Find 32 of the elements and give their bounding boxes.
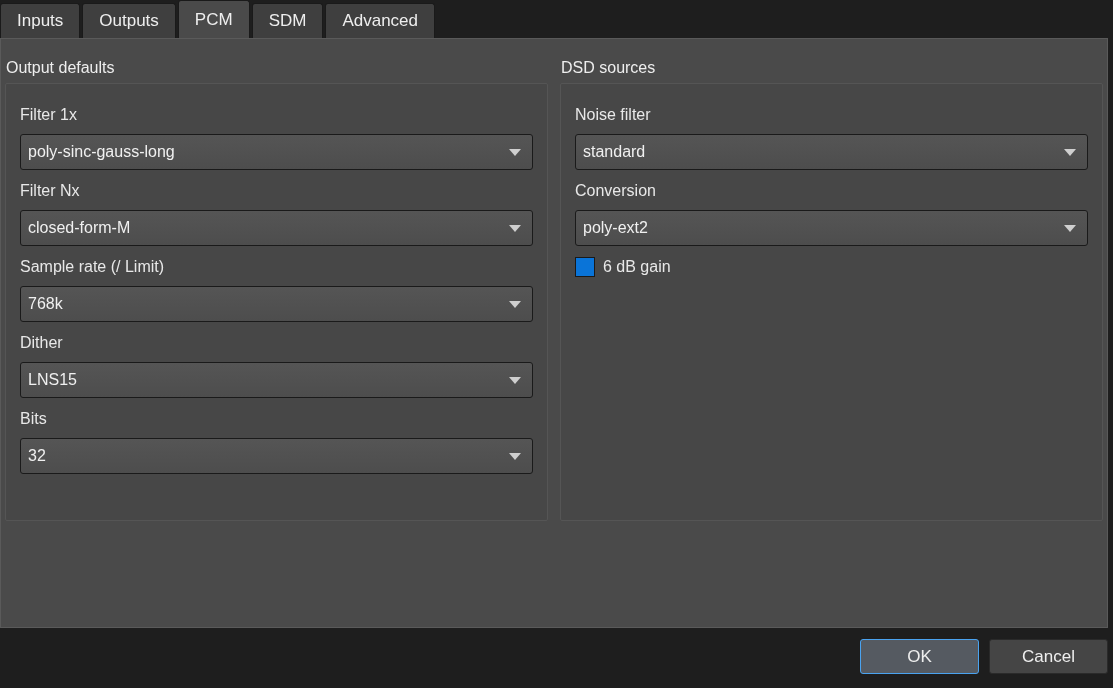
field-label: Conversion <box>575 181 657 201</box>
tab[interactable]: SDM <box>251 3 324 38</box>
dropdown[interactable]: poly-sinc-gauss-long <box>20 134 533 170</box>
dropdown-caret-icon <box>509 148 521 156</box>
dropdown[interactable]: closed-form-M <box>20 210 533 246</box>
dropdown[interactable]: poly-ext2 <box>575 210 1088 246</box>
dropdown-caret-icon <box>1064 148 1076 156</box>
dropdown[interactable]: standard <box>575 134 1088 170</box>
group-title: DSD sources <box>560 58 657 78</box>
dropdown[interactable]: LNS15 <box>20 362 533 398</box>
dropdown[interactable]: 768k <box>20 286 533 322</box>
dropdown-caret-icon <box>509 300 521 308</box>
field-label: Dither <box>20 333 64 353</box>
dropdown-caret-icon <box>509 376 521 384</box>
ok-button[interactable]: OK <box>860 639 979 674</box>
checkbox[interactable] <box>575 257 595 277</box>
field-label: Sample rate (/ Limit) <box>20 257 166 277</box>
dropdown[interactable]: 32 <box>20 438 533 474</box>
group-title: Output defaults <box>5 58 116 78</box>
field-label: Noise filter <box>575 105 652 125</box>
field-label: Filter Nx <box>20 181 81 201</box>
field-label: Filter 1x <box>20 105 78 125</box>
cancel-button[interactable]: Cancel <box>989 639 1108 674</box>
tab[interactable]: Outputs <box>82 3 176 38</box>
dropdown-caret-icon <box>1064 224 1076 232</box>
dropdown-caret-icon <box>509 224 521 232</box>
dropdown-caret-icon <box>509 452 521 460</box>
checkbox-label: 6 dB gain <box>603 257 671 277</box>
tab[interactable]: Inputs <box>0 3 81 38</box>
tab[interactable]: Advanced <box>325 3 436 38</box>
field-label: Bits <box>20 409 48 429</box>
tab[interactable]: PCM <box>177 0 250 38</box>
